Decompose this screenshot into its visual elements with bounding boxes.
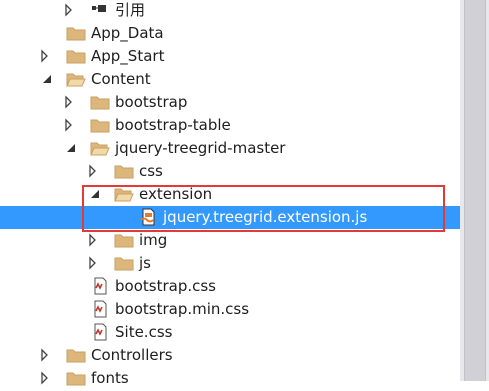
tree-item-label: bootstrap.min.css: [115, 300, 250, 318]
vertical-scrollbar[interactable]: [460, 0, 489, 381]
expanded-arrow-icon[interactable]: [40, 72, 54, 86]
tree-item-label: extension: [139, 185, 213, 203]
tree-item-label: jquery.treegrid.extension.js: [163, 208, 368, 226]
tree-item-label: bootstrap: [115, 93, 188, 111]
tree-item[interactable]: fonts: [0, 367, 460, 390]
folder-open-icon: [66, 70, 86, 88]
folder-icon: [66, 346, 86, 364]
folder-icon: [114, 254, 134, 272]
tree-item[interactable]: img: [0, 229, 460, 252]
expanded-arrow-icon[interactable]: [88, 187, 102, 201]
tree-item-label: bootstrap-table: [115, 116, 231, 134]
scrollbar-thumb[interactable]: [464, 0, 486, 381]
collapsed-arrow-icon[interactable]: [62, 118, 76, 132]
references-icon: [90, 1, 110, 19]
tree-item[interactable]: css: [0, 160, 460, 183]
tree-item-label: bootstrap.css: [115, 277, 216, 295]
tree-item[interactable]: bootstrap-table: [0, 114, 460, 137]
tree-item[interactable]: Site.css: [0, 321, 460, 344]
collapsed-arrow-icon[interactable]: [38, 49, 52, 63]
tree-item[interactable]: extension: [0, 183, 460, 206]
collapsed-arrow-icon[interactable]: [86, 256, 100, 270]
solution-explorer-tree[interactable]: 引用 App_Data App_Start Content bootstrap boots…: [0, 0, 489, 387]
tree-item-label: App_Start: [91, 47, 165, 65]
collapsed-arrow-icon[interactable]: [38, 371, 52, 385]
tree-item-label: jquery-treegrid-master: [115, 139, 286, 157]
collapsed-arrow-icon[interactable]: [86, 233, 100, 247]
folder-icon: [66, 369, 86, 387]
collapsed-arrow-icon[interactable]: [86, 164, 100, 178]
tree-item[interactable]: Content: [0, 68, 460, 91]
tree-item-label: 引用: [115, 1, 146, 19]
css-file-icon: [90, 277, 110, 295]
folder-icon: [66, 47, 86, 65]
tree-item-label: Site.css: [115, 323, 173, 341]
folder-open-icon: [90, 139, 110, 157]
tree-item-label: js: [139, 254, 151, 272]
tree-item-label: css: [139, 162, 163, 180]
expanded-arrow-icon[interactable]: [64, 141, 78, 155]
js-file-icon: [138, 208, 158, 226]
folder-icon: [114, 162, 134, 180]
tree-item-label: App_Data: [91, 24, 164, 42]
css-file-icon: [90, 323, 110, 341]
tree-item[interactable]: App_Start: [0, 45, 460, 68]
collapsed-arrow-icon[interactable]: [62, 3, 76, 17]
collapsed-arrow-icon[interactable]: [62, 95, 76, 109]
folder-icon: [90, 93, 110, 111]
tree-item[interactable]: js: [0, 252, 460, 275]
tree-item[interactable]: jquery.treegrid.extension.js: [0, 206, 460, 229]
folder-icon: [90, 116, 110, 134]
folder-icon: [114, 231, 134, 249]
collapsed-arrow-icon[interactable]: [38, 348, 52, 362]
tree-item-label: Controllers: [91, 346, 173, 364]
tree-item[interactable]: Controllers: [0, 344, 460, 367]
tree-item[interactable]: 引用: [0, 0, 460, 22]
tree-item-label: img: [139, 231, 168, 249]
tree-item[interactable]: bootstrap.css: [0, 275, 460, 298]
tree-item[interactable]: bootstrap: [0, 91, 460, 114]
folder-open-icon: [114, 185, 134, 203]
css-file-icon: [90, 300, 110, 318]
tree-item-label: fonts: [91, 369, 129, 387]
tree-item[interactable]: App_Data: [0, 22, 460, 45]
tree-item-label: Content: [91, 70, 151, 88]
tree-item[interactable]: bootstrap.min.css: [0, 298, 460, 321]
tree-item[interactable]: jquery-treegrid-master: [0, 137, 460, 160]
folder-icon: [66, 24, 86, 42]
